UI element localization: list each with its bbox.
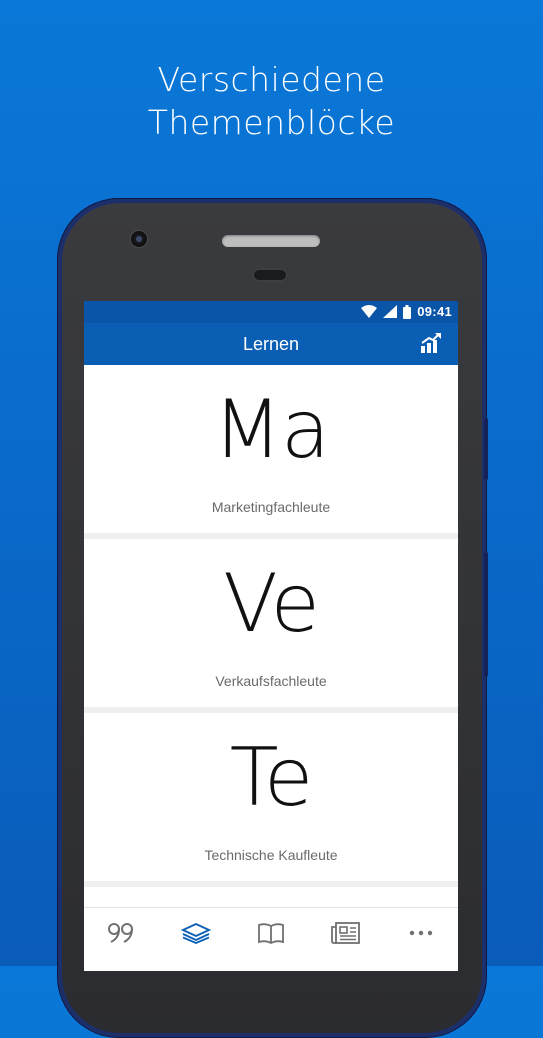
topic-list: Ma Marketingfachleute Ve Verkaufsfachleu…	[84, 365, 458, 933]
nav-news[interactable]	[316, 908, 376, 958]
headline: Verschiedene Themenblöcke	[0, 58, 543, 144]
front-camera	[131, 231, 147, 247]
app-bar: Lernen	[84, 323, 458, 365]
more-icon	[409, 930, 432, 936]
nav-book[interactable]	[241, 908, 301, 958]
topic-label: Marketingfachleute	[211, 499, 331, 515]
proximity-sensor	[252, 268, 288, 282]
topic-abbreviation: Ve	[223, 557, 320, 650]
statistics-icon[interactable]	[420, 332, 442, 354]
topic-card-technisch[interactable]: Te Technische Kaufleute	[84, 713, 458, 881]
topic-card-verkauf[interactable]: Ve Verkaufsfachleute	[84, 539, 458, 707]
topic-label: Technische Kaufleute	[204, 847, 338, 863]
nav-more[interactable]	[391, 908, 451, 958]
nav-learn[interactable]	[166, 908, 226, 958]
page-title: Lernen	[242, 334, 300, 354]
phone-power-button	[484, 418, 488, 480]
signal-icon	[383, 305, 398, 318]
topic-abbreviation: Ma	[212, 383, 330, 476]
topic-label: Verkaufsfachleute	[215, 673, 327, 689]
newspaper-icon	[330, 922, 360, 944]
layers-icon	[181, 923, 212, 944]
wifi-icon	[361, 305, 378, 318]
battery-icon	[403, 304, 412, 319]
topic-abbreviation: Te	[229, 731, 314, 824]
bottom-navigation	[84, 907, 458, 971]
quote-icon	[108, 923, 134, 943]
status-bar: 09:41	[84, 301, 458, 323]
phone-volume-button	[484, 552, 488, 677]
book-icon	[258, 923, 284, 944]
nav-quotes[interactable]	[91, 908, 151, 958]
earpiece-speaker	[222, 235, 320, 247]
headline-line-1: Verschiedene	[157, 60, 386, 99]
topic-card-marketing[interactable]: Ma Marketingfachleute	[84, 365, 458, 533]
phone-screen: 09:41 Lernen Ma Marketingfachleute Ve Ve…	[84, 301, 458, 971]
headline-line-2: Themenblöcke	[147, 103, 396, 142]
status-time: 09:41	[417, 304, 452, 319]
